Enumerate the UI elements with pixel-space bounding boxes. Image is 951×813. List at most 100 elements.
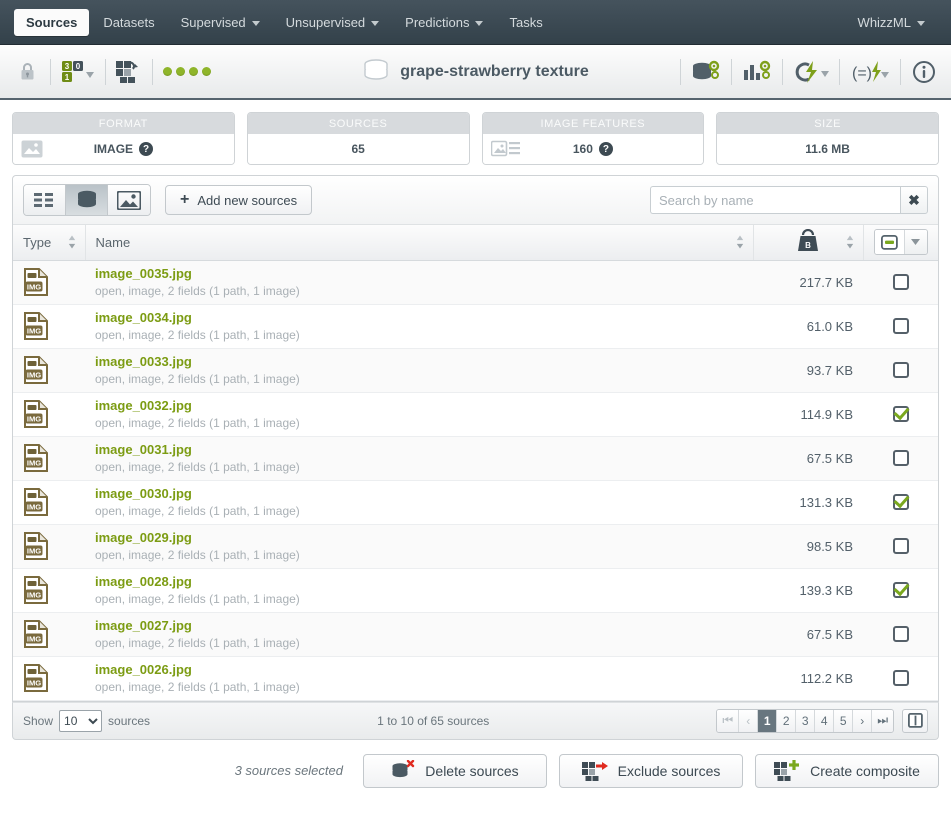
sort-icon[interactable] [735, 235, 745, 250]
cell-size: 67.5 KB [753, 612, 863, 657]
source-name-link[interactable]: image_0034.jpg [95, 310, 743, 325]
create-composite-button[interactable]: Create composite [755, 753, 939, 788]
clear-search-icon[interactable]: ✖ [900, 186, 928, 214]
nav-item-datasets[interactable]: Datasets [91, 9, 166, 36]
source-meta: open, image, 2 fields (1 path, 1 image) [95, 460, 300, 474]
table-row[interactable]: IMG image_0027.jpg open, image, 2 fields … [13, 612, 938, 657]
row-checkbox[interactable] [892, 538, 909, 555]
database-delete-icon [391, 759, 415, 782]
table-row[interactable]: IMG image_0028.jpg open, image, 2 fields … [13, 568, 938, 613]
column-header-name[interactable]: Name [85, 225, 754, 261]
status-dot [202, 67, 211, 76]
row-checkbox[interactable] [892, 582, 909, 599]
image-features-help-icon[interactable]: ? [598, 142, 613, 156]
cell-name: image_0027.jpg open, image, 2 fields (1 p… [85, 612, 753, 657]
cell-size: 131.3 KB [753, 480, 863, 525]
cell-select [863, 656, 938, 701]
table-row[interactable]: IMG image_0026.jpg open, image, 2 fields … [13, 656, 938, 701]
sources-view-button[interactable] [66, 185, 108, 215]
database-icon [362, 57, 390, 87]
column-settings-icon[interactable] [902, 708, 928, 733]
exclude-sources-button[interactable]: Exclude sources [559, 753, 743, 788]
table-row[interactable]: IMG image_0033.jpg open, image, 2 fields … [13, 348, 938, 393]
source-name-link[interactable]: image_0033.jpg [95, 354, 743, 369]
row-checkbox[interactable] [892, 274, 909, 291]
chart-configure-icon[interactable] [742, 57, 772, 87]
cell-type: IMG [13, 348, 85, 393]
nav-item-supervised[interactable]: Supervised [169, 9, 272, 36]
nav-item-predictions[interactable]: Predictions [393, 9, 495, 36]
sort-icon[interactable] [845, 235, 855, 250]
next-page-button[interactable]: › [853, 709, 873, 732]
row-checkbox[interactable] [892, 318, 909, 335]
dataset-create-icon[interactable] [691, 57, 721, 87]
source-name-link[interactable]: image_0026.jpg [95, 662, 743, 677]
delete-sources-button[interactable]: Delete sources [363, 753, 547, 788]
table-row[interactable]: IMG image_0032.jpg open, image, 2 fields … [13, 392, 938, 437]
nav-item-predictions-label: Predictions [405, 14, 470, 30]
row-checkbox[interactable] [892, 494, 909, 511]
select-menu-chevron-down-icon[interactable] [904, 230, 927, 255]
row-checkbox[interactable] [892, 406, 909, 423]
nav-item-unsupervised[interactable]: Unsupervised [274, 9, 392, 36]
lock-icon[interactable] [14, 57, 40, 87]
image-features-icon [490, 140, 521, 158]
page-3-button[interactable]: 3 [796, 709, 816, 732]
table-row[interactable]: IMG image_0031.jpg open, image, 2 fields … [13, 436, 938, 481]
status-dot [176, 67, 185, 76]
first-page-button[interactable]: ⏮ [717, 709, 740, 732]
page-2-button[interactable]: 2 [777, 709, 797, 732]
table-row[interactable]: IMG image_0029.jpg open, image, 2 fields … [13, 524, 938, 569]
nav-item-sources[interactable]: Sources [14, 8, 90, 36]
gallery-view-button[interactable] [108, 185, 150, 215]
row-checkbox[interactable] [892, 362, 909, 379]
row-checkbox[interactable] [892, 670, 909, 687]
format-help-icon[interactable]: ? [139, 142, 154, 156]
status-dot [163, 67, 172, 76]
page-size-select[interactable]: 102550100 [59, 709, 103, 732]
status-dot [189, 67, 198, 76]
card-format-value: IMAGE [93, 142, 134, 156]
source-name-link[interactable]: image_0031.jpg [95, 442, 743, 457]
partial-select-icon[interactable] [874, 230, 905, 255]
source-name-link[interactable]: image_0029.jpg [95, 530, 743, 545]
fields-count-icon[interactable]: 3 0 1 [61, 57, 95, 87]
img-file-icon: IMG [23, 488, 75, 516]
sort-icon[interactable] [67, 235, 77, 250]
cell-name: image_0033.jpg open, image, 2 fields (1 p… [85, 348, 753, 393]
prev-page-button[interactable]: ‹ [739, 709, 759, 732]
column-header-size[interactable]: B [753, 225, 864, 261]
sources-unit-label: sources [108, 713, 151, 728]
page-5-button[interactable]: 5 [834, 709, 854, 732]
page-1-button[interactable]: 1 [758, 709, 778, 732]
nav-item-tasks[interactable]: Tasks [497, 9, 554, 36]
table-row[interactable]: IMG image_0034.jpg open, image, 2 fields … [13, 304, 938, 349]
page-4-button[interactable]: 4 [815, 709, 835, 732]
list-view-button[interactable] [24, 185, 66, 215]
table-row[interactable]: IMG image_0035.jpg open, image, 2 fields … [13, 260, 938, 305]
svg-text:IMG: IMG [27, 370, 41, 379]
column-header-type[interactable]: Type [13, 225, 86, 261]
sources-panel: + Add new sources ✖ Type [12, 175, 939, 702]
source-name-link[interactable]: image_0027.jpg [95, 618, 743, 633]
source-name-link[interactable]: image_0035.jpg [95, 266, 743, 281]
pagination: ⏮ ‹ 1 2 3 4 5 › ⏭ [716, 708, 894, 733]
one-click-batch-icon[interactable]: (=) [850, 57, 890, 87]
source-name-link[interactable]: image_0030.jpg [95, 486, 743, 501]
info-icon[interactable] [911, 57, 937, 87]
composite-icon[interactable] [116, 57, 142, 87]
cell-select [863, 480, 938, 525]
row-checkbox[interactable] [892, 450, 909, 467]
source-name-link[interactable]: image_0028.jpg [95, 574, 743, 589]
nav-item-whizzml[interactable]: WhizzML [846, 9, 937, 36]
row-checkbox[interactable] [892, 626, 909, 643]
source-name-link[interactable]: image_0032.jpg [95, 398, 743, 413]
add-new-sources-button[interactable]: + Add new sources [165, 185, 313, 215]
last-page-button[interactable]: ⏭ [872, 709, 893, 732]
app-root: Sources Datasets Supervised Unsupervised… [0, 0, 951, 813]
object-header-left-tools: 3 0 1 [14, 57, 211, 87]
one-click-model-icon[interactable] [793, 57, 829, 87]
table-row[interactable]: IMG image_0030.jpg open, image, 2 fields … [13, 480, 938, 525]
divider [50, 58, 51, 85]
search-input[interactable] [650, 186, 900, 214]
